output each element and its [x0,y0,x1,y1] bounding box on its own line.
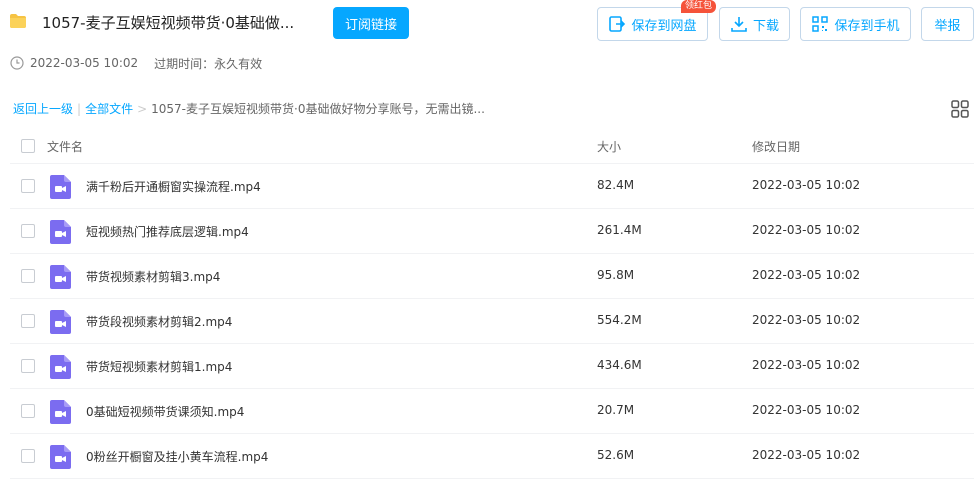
breadcrumb-separator: | [77,101,82,116]
table-row[interactable]: 0基础短视频带货课须知.mp4 20.7M 2022-03-05 10:02 [10,389,974,434]
row-checkbox[interactable] [21,269,35,283]
grid-view-icon[interactable] [951,100,969,118]
file-size: 554.2M [597,313,642,327]
video-file-icon [50,310,71,334]
row-checkbox[interactable] [21,449,35,463]
select-all-checkbox[interactable] [21,139,35,153]
save-to-cloud-label: 保存到网盘 [631,17,697,33]
video-file-icon [50,445,71,469]
file-name[interactable]: 短视频热门推荐底层逻辑.mp4 [86,223,249,240]
breadcrumb: 返回上一级 | 全部文件 > 1057-麦子互娱短视频带货·0基础做好物分享账号… [13,100,485,117]
file-size: 82.4M [597,178,635,192]
breadcrumb-arrow: > [137,101,148,116]
file-date: 2022-03-05 10:02 [752,223,861,237]
video-file-icon [50,355,71,379]
file-date: 2022-03-05 10:02 [752,268,861,282]
row-checkbox[interactable] [21,404,35,418]
file-date: 2022-03-05 10:02 [752,403,861,417]
file-name[interactable]: 0粉丝开橱窗及挂小黄车流程.mp4 [86,448,268,465]
qrcode-icon [812,16,829,32]
download-label: 下载 [752,17,779,33]
file-date: 2022-03-05 10:02 [752,448,861,462]
row-checkbox[interactable] [21,314,35,328]
file-table-header: 文件名 大小 修改日期 [10,128,974,164]
file-name[interactable]: 0基础短视频带货课须知.mp4 [86,403,244,420]
expire-time: 过期时间：永久有效 [154,56,263,71]
save-to-phone-button[interactable]: 保存到手机 [800,7,911,41]
save-to-phone-label: 保存到手机 [834,17,900,33]
column-header-size[interactable]: 大小 [597,138,621,155]
table-row[interactable]: 带货段视频素材剪辑2.mp4 554.2M 2022-03-05 10:02 [10,299,974,344]
video-file-icon [50,265,71,289]
clock-icon [10,56,24,70]
file-size: 20.7M [597,403,635,417]
back-link[interactable]: 返回上一级 [13,100,73,117]
table-row[interactable]: 短视频热门推荐底层逻辑.mp4 261.4M 2022-03-05 10:02 [10,209,974,254]
share-title: 1057-麦子互娱短视频带货·0基础做... [42,14,295,32]
created-time: 2022-03-05 10:02 [30,56,139,70]
table-row[interactable]: 0粉丝开橱窗及挂小黄车流程.mp4 52.6M 2022-03-05 10:02 [10,434,974,479]
video-file-icon [50,220,71,244]
row-checkbox[interactable] [21,179,35,193]
file-date: 2022-03-05 10:02 [752,358,861,372]
row-checkbox[interactable] [21,359,35,373]
table-row[interactable]: 满千粉后开通橱窗实操流程.mp4 82.4M 2022-03-05 10:02 [10,164,974,209]
column-header-date[interactable]: 修改日期 [752,138,800,155]
table-row[interactable]: 带货短视频素材剪辑1.mp4 434.6M 2022-03-05 10:02 [10,344,974,389]
subscribe-button[interactable]: 订阅链接 [333,7,409,39]
breadcrumb-current: 1057-麦子互娱短视频带货·0基础做好物分享账号，无需出镜... [151,102,485,116]
video-file-icon [50,175,71,199]
file-name[interactable]: 满千粉后开通橱窗实操流程.mp4 [86,178,261,195]
download-icon [731,17,747,32]
file-size: 261.4M [597,223,642,237]
file-name[interactable]: 带货短视频素材剪辑1.mp4 [86,358,232,375]
column-header-name[interactable]: 文件名 [47,138,83,155]
report-button[interactable]: 举报 [921,7,974,41]
file-date: 2022-03-05 10:02 [752,313,861,327]
all-files-link[interactable]: 全部文件 [85,100,133,117]
file-name[interactable]: 带货段视频素材剪辑2.mp4 [86,313,232,330]
download-button[interactable]: 下载 [719,7,790,41]
save-cloud-icon [609,16,626,32]
file-size: 95.8M [597,268,635,282]
share-header: 1057-麦子互娱短视频带货·0基础做... 订阅链接 保存到网盘 领红包 下载… [0,0,979,48]
row-checkbox[interactable] [21,224,35,238]
share-meta: 2022-03-05 10:02 过期时间：永久有效 [10,55,262,71]
file-size: 52.6M [597,448,635,462]
table-row[interactable]: 带货视频素材剪辑3.mp4 95.8M 2022-03-05 10:02 [10,254,974,299]
file-date: 2022-03-05 10:02 [752,178,861,192]
red-packet-badge[interactable]: 领红包 [681,0,717,13]
file-size: 434.6M [597,358,642,372]
video-file-icon [50,400,71,424]
folder-icon [10,14,26,28]
file-name[interactable]: 带货视频素材剪辑3.mp4 [86,268,220,285]
